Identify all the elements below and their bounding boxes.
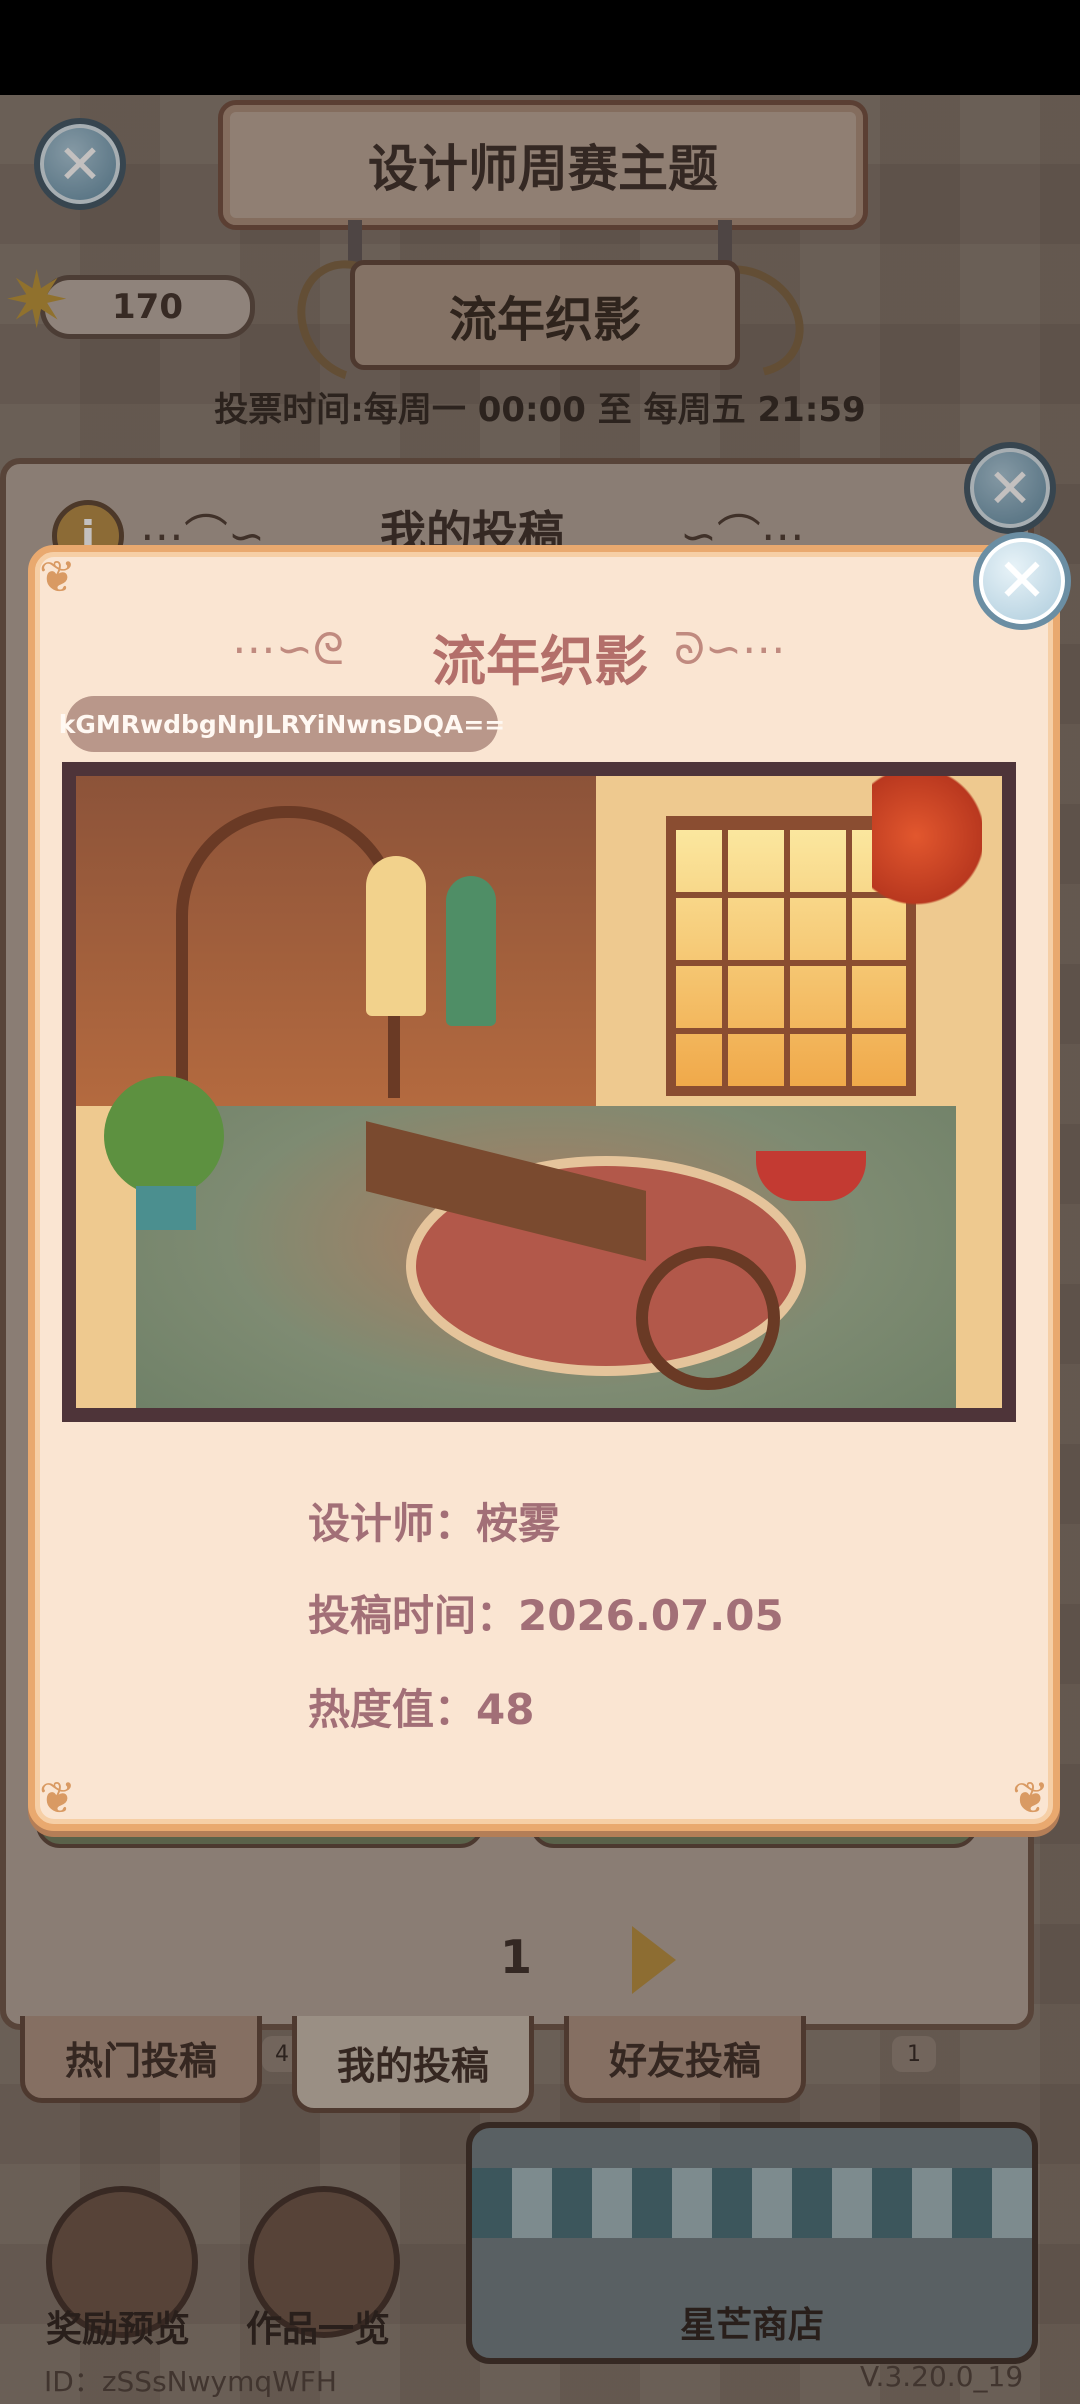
- corner-ornament: ❦: [39, 552, 76, 603]
- room-spinning-wheel: [636, 1246, 780, 1390]
- status-bar: [0, 0, 1080, 95]
- corner-ornament: ❦: [1012, 1773, 1049, 1824]
- room-maple-leaves: [872, 776, 982, 926]
- room-plant: [104, 1076, 224, 1196]
- room-plant-pot: [136, 1186, 196, 1230]
- room-dress: [366, 856, 426, 1016]
- corner-ornament: ❦: [39, 1773, 76, 1824]
- design-artwork: [62, 762, 1016, 1422]
- heat-value-label: 热度值：48: [308, 1685, 535, 1734]
- designer-label: 设计师：桉雾: [308, 1499, 561, 1548]
- room-illustration: [76, 776, 1002, 1408]
- submit-time-label: 投稿时间：2026.07.05: [308, 1591, 784, 1640]
- close-icon: ✕: [996, 546, 1048, 616]
- design-code[interactable]: kGMRwdbgNnJLRYiNwnsDQA==: [59, 696, 505, 752]
- modal-title: 流年织影: [432, 630, 648, 693]
- modal-close-button[interactable]: ✕: [973, 532, 1071, 630]
- room-dress: [446, 876, 496, 1026]
